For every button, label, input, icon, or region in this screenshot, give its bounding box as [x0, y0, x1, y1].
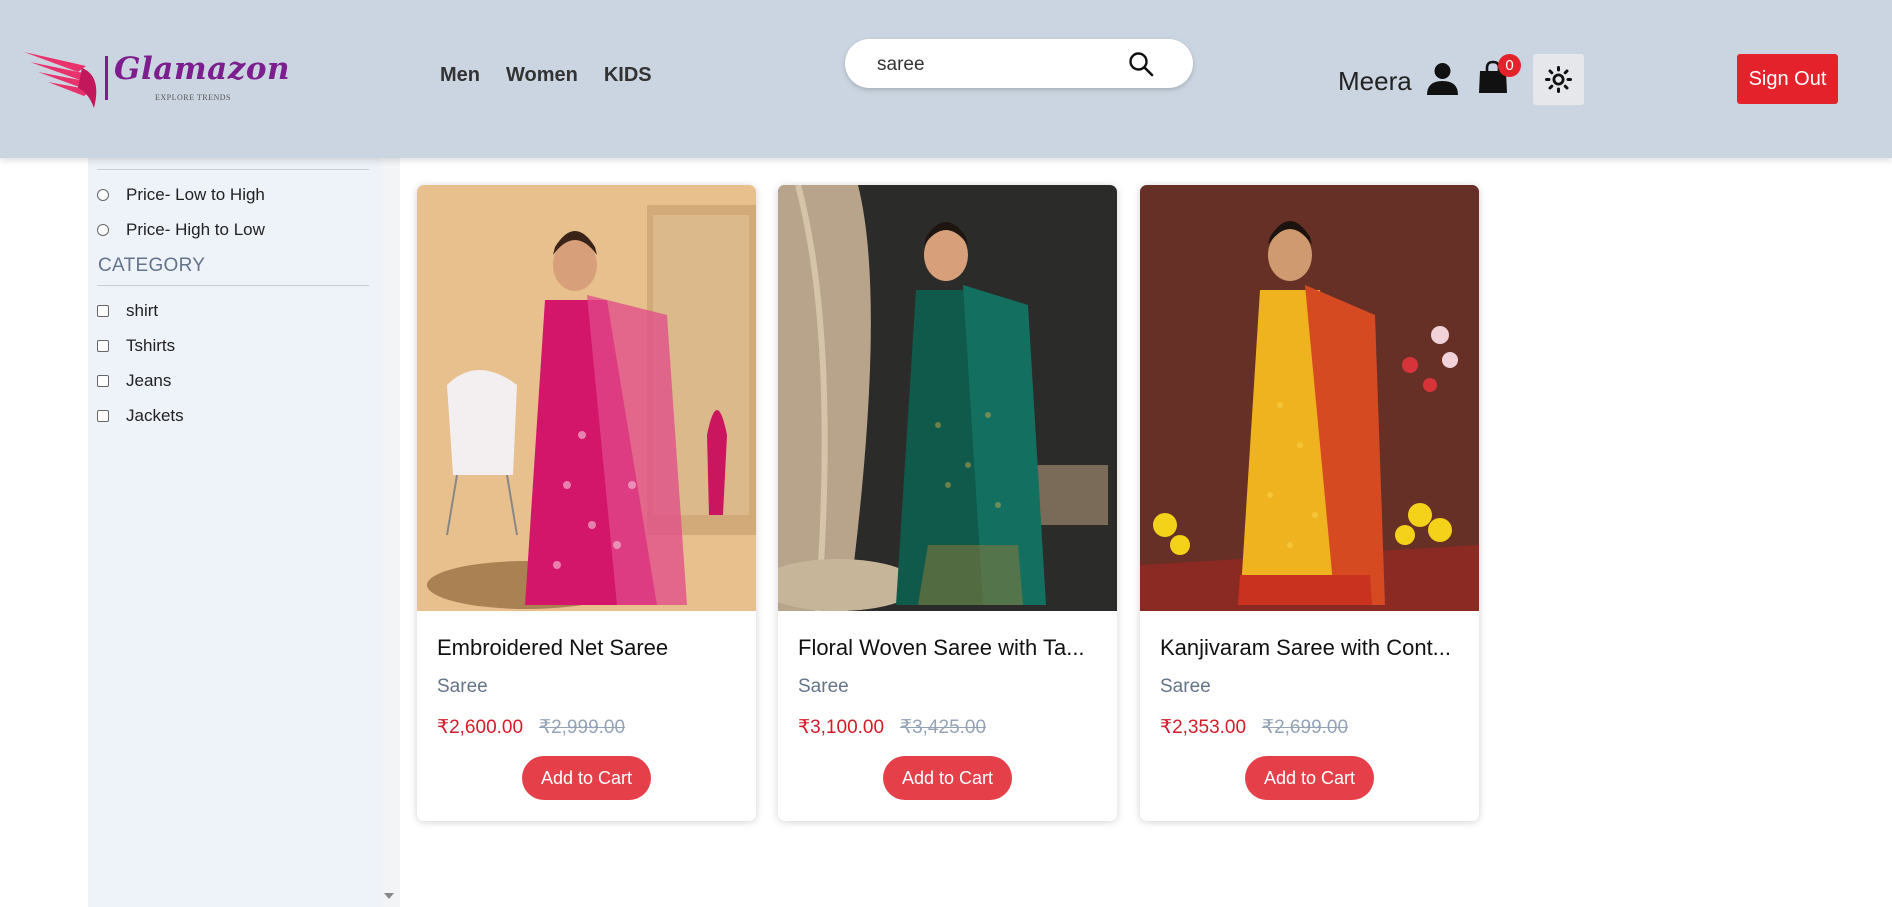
site-header: Glamazon EXPLORE TRENDS Men Women KIDS M… — [0, 0, 1892, 158]
product-image[interactable] — [1140, 185, 1479, 611]
filter-sidebar: Price- Low to High Price- High to Low CA… — [88, 158, 380, 907]
logo-tagline: EXPLORE TRENDS — [155, 93, 231, 102]
product-price: ₹2,600.00 — [437, 717, 524, 738]
category-label: shirt — [126, 301, 159, 320]
product-image[interactable] — [778, 185, 1117, 611]
category-label: Tshirts — [126, 336, 176, 355]
product-name[interactable]: Kanjivaram Saree with Cont... — [1160, 635, 1465, 661]
product-card[interactable]: Floral Woven Saree with Ta... Saree ₹3,1… — [778, 185, 1117, 821]
category-label: Jeans — [126, 371, 172, 390]
product-category: Saree — [1160, 676, 1211, 697]
add-to-cart-button[interactable]: Add to Cart — [883, 756, 1012, 800]
product-name[interactable]: Floral Woven Saree with Ta... — [798, 635, 1103, 661]
checkbox[interactable] — [97, 305, 109, 317]
logo[interactable]: Glamazon EXPLORE TRENDS — [22, 48, 290, 112]
category-option-tshirts[interactable]: Tshirts — [97, 336, 175, 356]
sun-icon — [1545, 66, 1572, 93]
product-price: ₹3,100.00 — [798, 717, 885, 738]
nav-women[interactable]: Women — [506, 64, 578, 87]
scroll-down-arrow-icon[interactable] — [384, 893, 394, 899]
category-label: Jackets — [126, 406, 184, 425]
checkbox[interactable] — [97, 375, 109, 387]
product-original-price: ₹2,699.00 — [1262, 717, 1349, 738]
product-category: Saree — [437, 676, 488, 697]
sidebar-scrollbar[interactable] — [380, 158, 400, 907]
product-card[interactable]: Kanjivaram Saree with Cont... Saree ₹2,3… — [1140, 185, 1479, 821]
product-category: Saree — [798, 676, 849, 697]
category-option-jackets[interactable]: Jackets — [97, 406, 184, 426]
product-card[interactable]: Embroidered Net Saree Saree ₹2,600.00 ₹2… — [417, 185, 756, 821]
category-option-jeans[interactable]: Jeans — [97, 371, 171, 391]
wing-logo-icon — [24, 52, 97, 108]
main-nav: Men Women KIDS — [440, 64, 652, 87]
category-heading: CATEGORY — [98, 255, 206, 276]
checkbox[interactable] — [97, 410, 109, 422]
sort-option-label: Price- High to Low — [126, 220, 265, 239]
add-to-cart-button[interactable]: Add to Cart — [522, 756, 651, 800]
user-icon[interactable] — [1426, 62, 1459, 95]
user-name[interactable]: Meera — [1338, 66, 1412, 97]
product-original-price: ₹3,425.00 — [900, 717, 987, 738]
search-icon[interactable] — [1128, 51, 1154, 77]
product-image[interactable] — [417, 185, 756, 611]
nav-men[interactable]: Men — [440, 64, 480, 87]
cart-count-badge: 0 — [1498, 54, 1521, 77]
nav-kids[interactable]: KIDS — [604, 64, 652, 87]
sort-option-label: Price- Low to High — [126, 185, 265, 204]
product-name[interactable]: Embroidered Net Saree — [437, 635, 742, 661]
category-divider — [97, 285, 369, 286]
sort-divider — [97, 169, 369, 170]
add-to-cart-button[interactable]: Add to Cart — [1245, 756, 1374, 800]
sort-low-to-high-option[interactable]: Price- Low to High — [97, 185, 265, 205]
checkbox[interactable] — [97, 340, 109, 352]
search-bar — [845, 39, 1193, 90]
logo-divider — [105, 56, 108, 100]
logo-wordmark: Glamazon — [114, 51, 291, 87]
radio-button[interactable] — [97, 189, 109, 201]
sort-high-to-low-option[interactable]: Price- High to Low — [97, 220, 265, 240]
radio-button[interactable] — [97, 224, 109, 236]
theme-toggle-button[interactable] — [1533, 54, 1584, 105]
category-option-shirt[interactable]: shirt — [97, 301, 158, 321]
search-input[interactable] — [875, 39, 1139, 90]
sign-out-button[interactable]: Sign Out — [1737, 54, 1838, 104]
product-price: ₹2,353.00 — [1160, 717, 1247, 738]
product-original-price: ₹2,999.00 — [539, 717, 626, 738]
